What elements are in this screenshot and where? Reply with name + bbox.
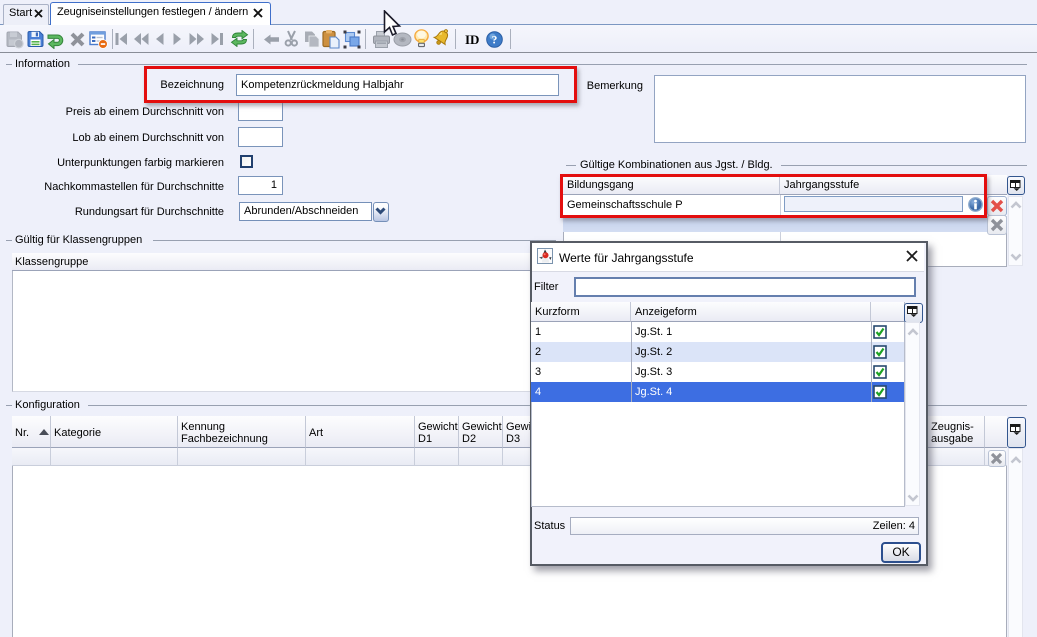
svg-text:?: ? [492,35,498,47]
